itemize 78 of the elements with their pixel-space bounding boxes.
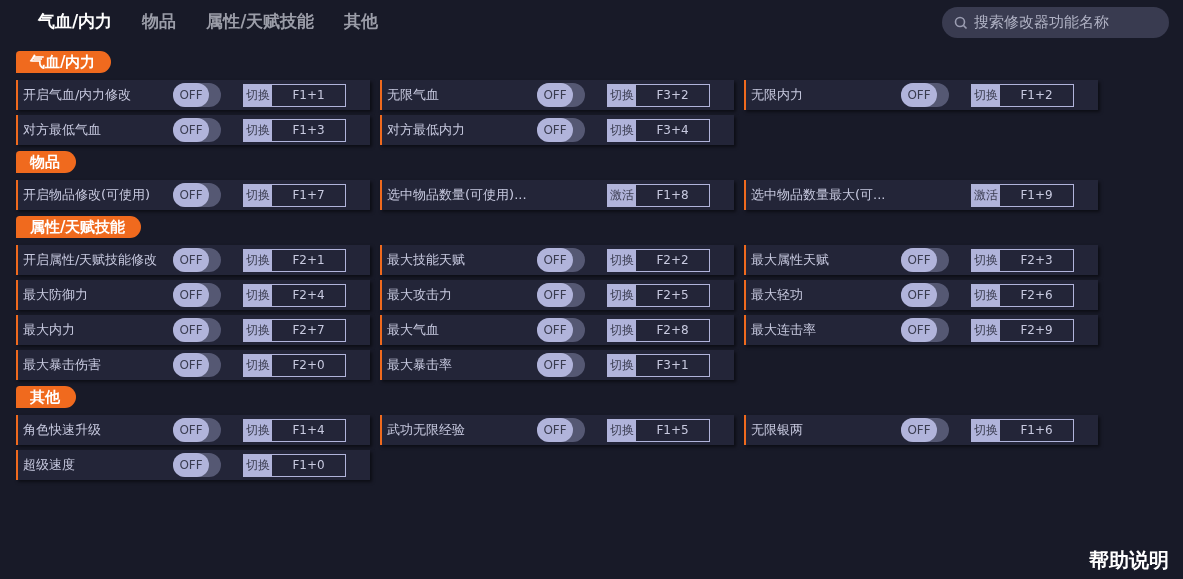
toggle-switch[interactable]: OFF: [173, 83, 221, 107]
tab[interactable]: 物品: [142, 9, 177, 35]
toggle-switch[interactable]: OFF: [173, 318, 221, 342]
tab[interactable]: 其他: [344, 9, 379, 35]
hotkey-field[interactable]: 切换 F1+4: [243, 418, 346, 442]
toggle-switch[interactable]: OFF: [901, 318, 949, 342]
cheat-label: 最大暴击率: [387, 356, 453, 375]
toggle-switch[interactable]: OFF: [901, 83, 949, 107]
toggle-switch[interactable]: OFF: [173, 183, 221, 207]
toggle-switch[interactable]: OFF: [173, 353, 221, 377]
hotkey-field[interactable]: 切换 F2+2: [607, 248, 710, 272]
hotkey-field[interactable]: 切换 F1+0: [243, 453, 346, 477]
toggle-switch[interactable]: OFF: [173, 418, 221, 442]
hotkey-field[interactable]: 切换 F2+0: [243, 353, 346, 377]
hotkey-field[interactable]: 切换 F3+4: [607, 118, 710, 142]
cheat-label: 最大连击率: [751, 321, 817, 340]
cheat-label: 对方最低气血: [23, 121, 102, 140]
hotkey-field[interactable]: 切换 F1+2: [971, 83, 1074, 107]
hotkey-field[interactable]: 激活 F1+8: [607, 183, 710, 207]
hotkey-field[interactable]: 切换 F2+1: [243, 248, 346, 272]
cheat-label: 最大攻击力: [387, 286, 453, 305]
cheat-label: 开启物品修改(可使用): [23, 186, 152, 205]
toggle-switch[interactable]: OFF: [173, 283, 221, 307]
toggle-switch[interactable]: OFF: [537, 83, 585, 107]
help-link[interactable]: 帮助说明: [1089, 545, 1169, 575]
toggle-switch[interactable]: OFF: [537, 283, 585, 307]
cheat-label: 无限气血: [387, 86, 440, 105]
hotkey-field[interactable]: 切换 F2+5: [607, 283, 710, 307]
hotkey-field[interactable]: 激活 F1+9: [971, 183, 1074, 207]
toggle-switch[interactable]: OFF: [537, 248, 585, 272]
search-icon: [954, 15, 968, 30]
cheat-label: 无限内力: [751, 86, 804, 105]
search-field[interactable]: 搜索修改器功能名称: [942, 6, 1169, 38]
cheat-label: 武功无限经验: [387, 421, 466, 440]
hotkey-field[interactable]: 切换 F2+4: [243, 283, 346, 307]
cheat-label: 最大暴击伤害: [23, 356, 102, 375]
hotkey-field[interactable]: 切换 F1+7: [243, 183, 346, 207]
toggle-switch[interactable]: OFF: [537, 418, 585, 442]
hotkey-field[interactable]: 切换 F2+9: [971, 318, 1074, 342]
hotkey-field[interactable]: 切换 F2+8: [607, 318, 710, 342]
toggle-switch[interactable]: OFF: [173, 118, 221, 142]
hotkey-field[interactable]: 切换 F1+6: [971, 418, 1074, 442]
cheat-label: 最大属性天赋: [751, 251, 830, 270]
toggle-switch[interactable]: OFF: [537, 353, 585, 377]
toggle-switch[interactable]: OFF: [901, 418, 949, 442]
section-header: 气血/内力: [16, 51, 112, 73]
toggle-switch[interactable]: OFF: [537, 118, 585, 142]
section-header: 属性/天赋技能: [16, 216, 142, 238]
toggle-switch[interactable]: OFF: [901, 248, 949, 272]
toggle-switch[interactable]: OFF: [901, 283, 949, 307]
cheat-label: 无限银两: [751, 421, 804, 440]
tab[interactable]: 属性/天赋技能: [206, 9, 315, 35]
toggle-switch[interactable]: OFF: [537, 318, 585, 342]
cheat-label: 超级速度: [23, 456, 76, 475]
section-header: 物品: [16, 151, 76, 173]
hotkey-field[interactable]: 切换 F3+2: [607, 83, 710, 107]
cheat-label: 最大技能天赋: [387, 251, 466, 270]
cheat-label: 最大防御力: [23, 286, 89, 305]
tab[interactable]: 气血/内力: [38, 9, 113, 35]
hotkey-field[interactable]: 切换 F1+3: [243, 118, 346, 142]
hotkey-field[interactable]: 切换 F3+1: [607, 353, 710, 377]
cheat-label: 最大轻功: [751, 286, 804, 305]
cheat-label: 最大内力: [23, 321, 76, 340]
section-header: 其他: [16, 386, 76, 408]
hotkey-field[interactable]: 切换 F2+3: [971, 248, 1074, 272]
cheat-label: 选中物品数量最大(可...: [751, 186, 887, 205]
hotkey-field[interactable]: 切换 F1+5: [607, 418, 710, 442]
cheat-label: 对方最低内力: [387, 121, 466, 140]
cheat-label: 最大气血: [387, 321, 440, 340]
cheat-label: 选中物品数量(可使用)...: [387, 186, 528, 205]
hotkey-field[interactable]: 切换 F2+7: [243, 318, 346, 342]
toggle-switch[interactable]: OFF: [173, 248, 221, 272]
hotkey-field[interactable]: 切换 F1+1: [243, 83, 346, 107]
cheat-label: 开启属性/天赋技能修改: [23, 251, 159, 270]
hotkey-field[interactable]: 切换 F2+6: [971, 283, 1074, 307]
cheat-label: 开启气血/内力修改: [23, 86, 133, 105]
cheat-label: 角色快速升级: [23, 421, 102, 440]
toggle-switch[interactable]: OFF: [173, 453, 221, 477]
